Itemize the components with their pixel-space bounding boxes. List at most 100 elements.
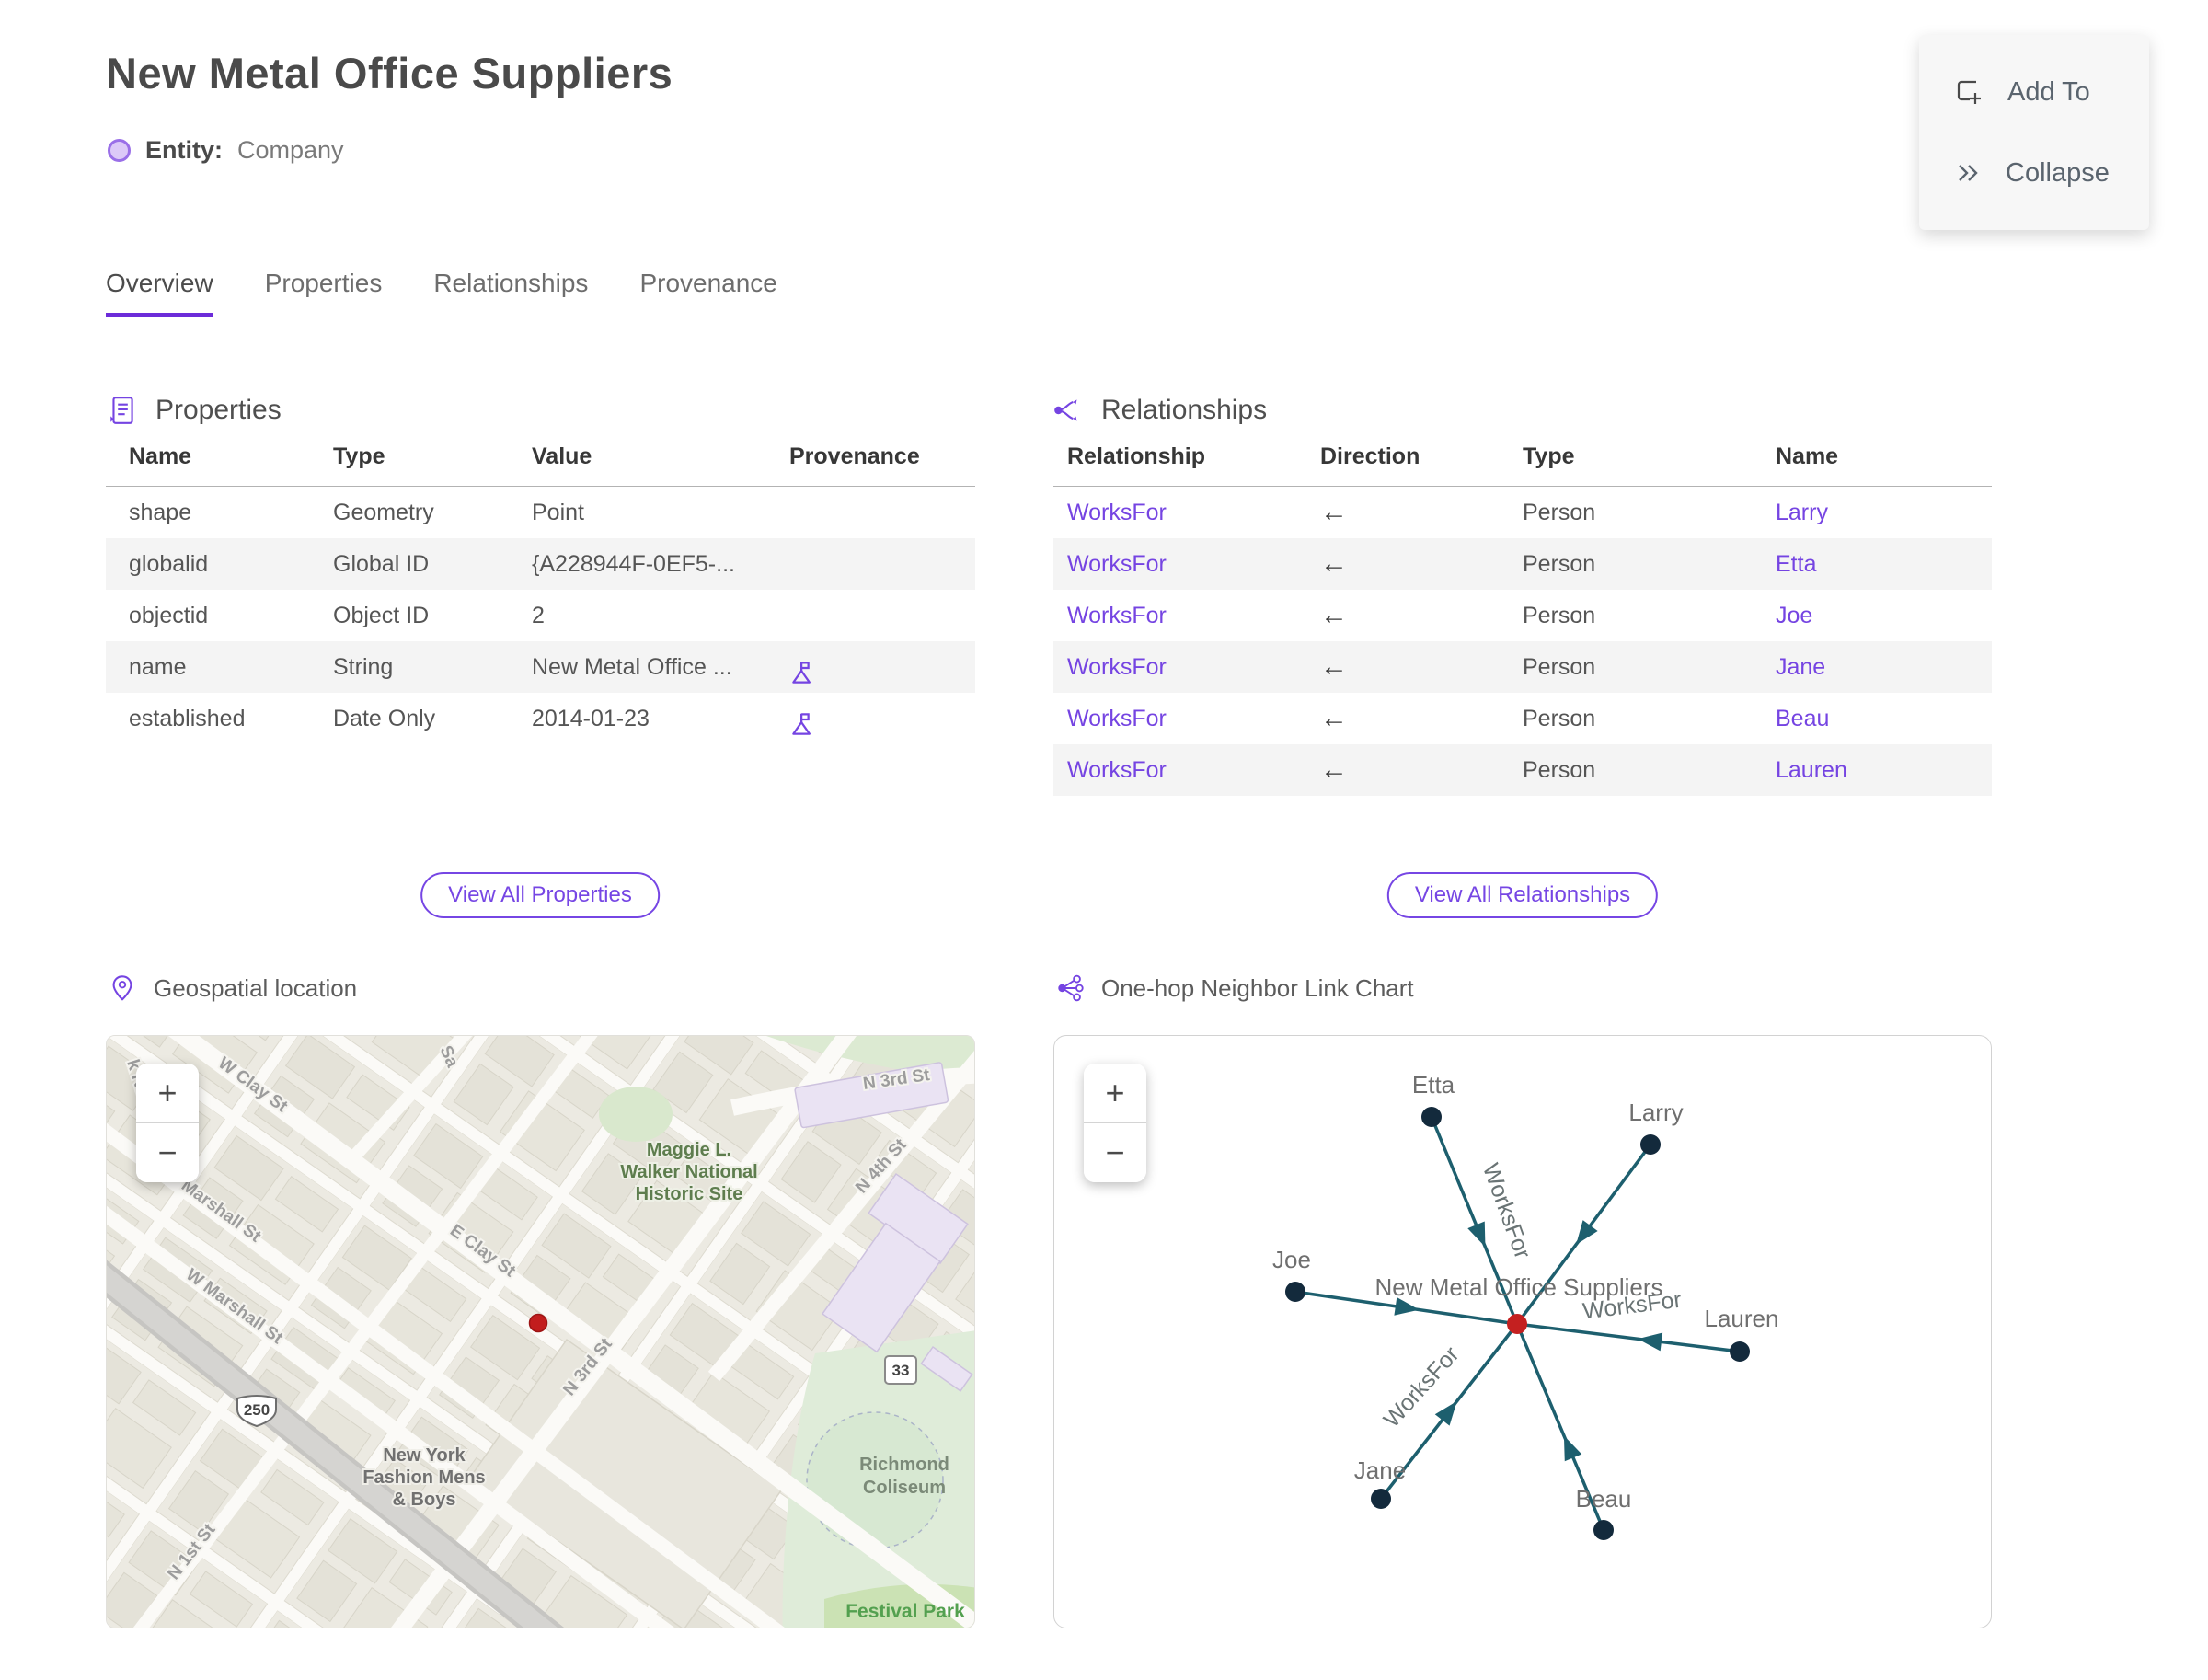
entity-link[interactable]: Lauren bbox=[1776, 744, 1992, 796]
map-zoom-in-button[interactable]: + bbox=[136, 1064, 199, 1122]
entity-detail-page: New Metal Office Suppliers Entity: Compa… bbox=[0, 0, 2208, 1680]
relationship-link[interactable]: WorksFor bbox=[1067, 641, 1320, 693]
table-row: WorksFor ← Person Etta bbox=[1053, 538, 1992, 590]
node-jane[interactable] bbox=[1371, 1489, 1391, 1509]
add-to-button[interactable]: Add To bbox=[1919, 77, 2149, 108]
map-canvas[interactable]: 250 33 k Rd W Clay St Sa Marshall St W M… bbox=[107, 1036, 975, 1628]
floating-actions-card: Add To Collapse bbox=[1919, 35, 2149, 230]
prop-provenance bbox=[789, 641, 975, 693]
tab-provenance[interactable]: Provenance bbox=[639, 269, 776, 317]
tab-relationships[interactable]: Relationships bbox=[433, 269, 588, 317]
link-chart-canvas[interactable]: WorksFor WorksFor WorksFor Etta Larry Jo… bbox=[1054, 1036, 1991, 1628]
rel-type: Person bbox=[1523, 551, 1596, 577]
relationships-icon bbox=[1054, 399, 1077, 421]
relationship-link[interactable]: WorksFor bbox=[1067, 693, 1320, 744]
chart-edge-arrows bbox=[1394, 1220, 1663, 1462]
table-row: WorksFor ← Person Jane bbox=[1053, 641, 1992, 693]
node-joe[interactable] bbox=[1285, 1282, 1305, 1302]
svg-text:Etta: Etta bbox=[1412, 1071, 1455, 1099]
col-name: Name bbox=[1776, 443, 1839, 469]
entity-link[interactable]: Larry bbox=[1776, 487, 1992, 538]
svg-text:New York: New York bbox=[383, 1445, 466, 1466]
table-row: WorksFor ← Person Lauren bbox=[1053, 744, 1992, 796]
chart-zoom-control: + − bbox=[1084, 1064, 1146, 1182]
table-row: name String New Metal Office ... bbox=[106, 641, 975, 693]
map-pin-icon bbox=[112, 975, 132, 1001]
relationships-section-header: Relationships bbox=[1052, 394, 1267, 427]
relationship-link[interactable]: WorksFor bbox=[1067, 744, 1320, 796]
entity-label: Entity: bbox=[145, 136, 223, 164]
node-beau[interactable] bbox=[1593, 1520, 1614, 1540]
tab-properties[interactable]: Properties bbox=[265, 269, 383, 317]
node-larry[interactable] bbox=[1640, 1134, 1661, 1155]
table-row: objectid Object ID 2 bbox=[106, 590, 975, 641]
direction-arrow: ← bbox=[1320, 497, 1348, 527]
provenance-flag-icon[interactable] bbox=[789, 705, 817, 744]
map-zoom-out-button[interactable]: − bbox=[136, 1122, 199, 1182]
prop-name: established bbox=[129, 706, 246, 731]
map-green-area-maggie bbox=[599, 1087, 673, 1142]
add-to-icon bbox=[1957, 80, 1981, 104]
view-all-properties-button[interactable]: View All Properties bbox=[420, 872, 660, 918]
entity-type-row: Entity: Company bbox=[108, 136, 344, 165]
collapse-label: Collapse bbox=[2006, 157, 2110, 188]
chart-zoom-in-button[interactable]: + bbox=[1084, 1064, 1146, 1122]
properties-table-header: Name Type Value Provenance bbox=[106, 443, 975, 487]
table-row: shape Geometry Point bbox=[106, 487, 975, 538]
node-etta[interactable] bbox=[1421, 1107, 1442, 1127]
rel-type: Person bbox=[1523, 706, 1596, 731]
view-all-relationships-button[interactable]: View All Relationships bbox=[1386, 872, 1659, 918]
relationship-link[interactable]: WorksFor bbox=[1067, 487, 1320, 538]
table-row: globalid Global ID {A228944F-0EF5-... bbox=[106, 538, 975, 590]
direction-arrow: ← bbox=[1320, 548, 1348, 579]
direction-arrow: ← bbox=[1320, 703, 1348, 733]
node-lauren[interactable] bbox=[1730, 1341, 1750, 1362]
table-row: WorksFor ← Person Joe bbox=[1053, 590, 1992, 641]
rel-type: Person bbox=[1523, 500, 1596, 525]
prop-value: 2014-01-23 bbox=[532, 706, 650, 731]
prop-type: Object ID bbox=[333, 603, 430, 628]
prop-provenance bbox=[789, 487, 975, 538]
table-row: WorksFor ← Person Beau bbox=[1053, 693, 1992, 744]
provenance-flag-icon[interactable] bbox=[789, 653, 817, 693]
entity-badge-icon bbox=[108, 139, 131, 162]
prop-name: globalid bbox=[129, 551, 209, 577]
col-direction: Direction bbox=[1320, 443, 1420, 469]
col-type: Type bbox=[333, 443, 385, 469]
prop-name: name bbox=[129, 654, 187, 680]
svg-text:Larry: Larry bbox=[1628, 1099, 1683, 1126]
svg-text:Walker National: Walker National bbox=[620, 1162, 757, 1182]
prop-value: Point bbox=[532, 500, 584, 525]
properties-section-header: Properties bbox=[106, 394, 282, 427]
prop-value: {A228944F-0EF5-... bbox=[532, 551, 735, 577]
map-entity-point[interactable] bbox=[528, 1313, 548, 1333]
prop-name: objectid bbox=[129, 603, 209, 628]
linkchart-section-header: One-hop Neighbor Link Chart bbox=[1055, 973, 1414, 1003]
tab-overview[interactable]: Overview bbox=[106, 269, 213, 317]
prop-type: Geometry bbox=[333, 500, 434, 525]
col-name: Name bbox=[129, 443, 192, 469]
col-type: Type bbox=[1523, 443, 1575, 469]
prop-type: Date Only bbox=[333, 706, 436, 731]
node-center-entity[interactable] bbox=[1507, 1314, 1527, 1334]
properties-section-title: Properties bbox=[155, 395, 282, 425]
entity-link[interactable]: Joe bbox=[1776, 590, 1992, 641]
chart-zoom-out-button[interactable]: − bbox=[1084, 1122, 1146, 1182]
rel-type: Person bbox=[1523, 603, 1596, 628]
entity-link[interactable]: Beau bbox=[1776, 693, 1992, 744]
relationship-link[interactable]: WorksFor bbox=[1067, 538, 1320, 590]
relationship-link[interactable]: WorksFor bbox=[1067, 590, 1320, 641]
svg-text:250: 250 bbox=[244, 1401, 270, 1419]
rel-type: Person bbox=[1523, 654, 1596, 680]
prop-type: String bbox=[333, 654, 394, 680]
svg-text:Fashion Mens: Fashion Mens bbox=[362, 1467, 485, 1488]
collapse-button[interactable]: Collapse bbox=[1919, 158, 2149, 189]
direction-arrow: ← bbox=[1320, 754, 1348, 785]
double-chevron-right-icon bbox=[1959, 165, 1978, 181]
chart-center-label: New Metal Office Suppliers bbox=[1374, 1273, 1662, 1301]
geospatial-section-title: Geospatial location bbox=[154, 973, 358, 1002]
entity-link[interactable]: Jane bbox=[1776, 641, 1992, 693]
properties-table: Name Type Value Provenance shape Geometr… bbox=[106, 443, 975, 744]
entity-link[interactable]: Etta bbox=[1776, 538, 1992, 590]
link-chart-icon bbox=[1058, 974, 1084, 1002]
